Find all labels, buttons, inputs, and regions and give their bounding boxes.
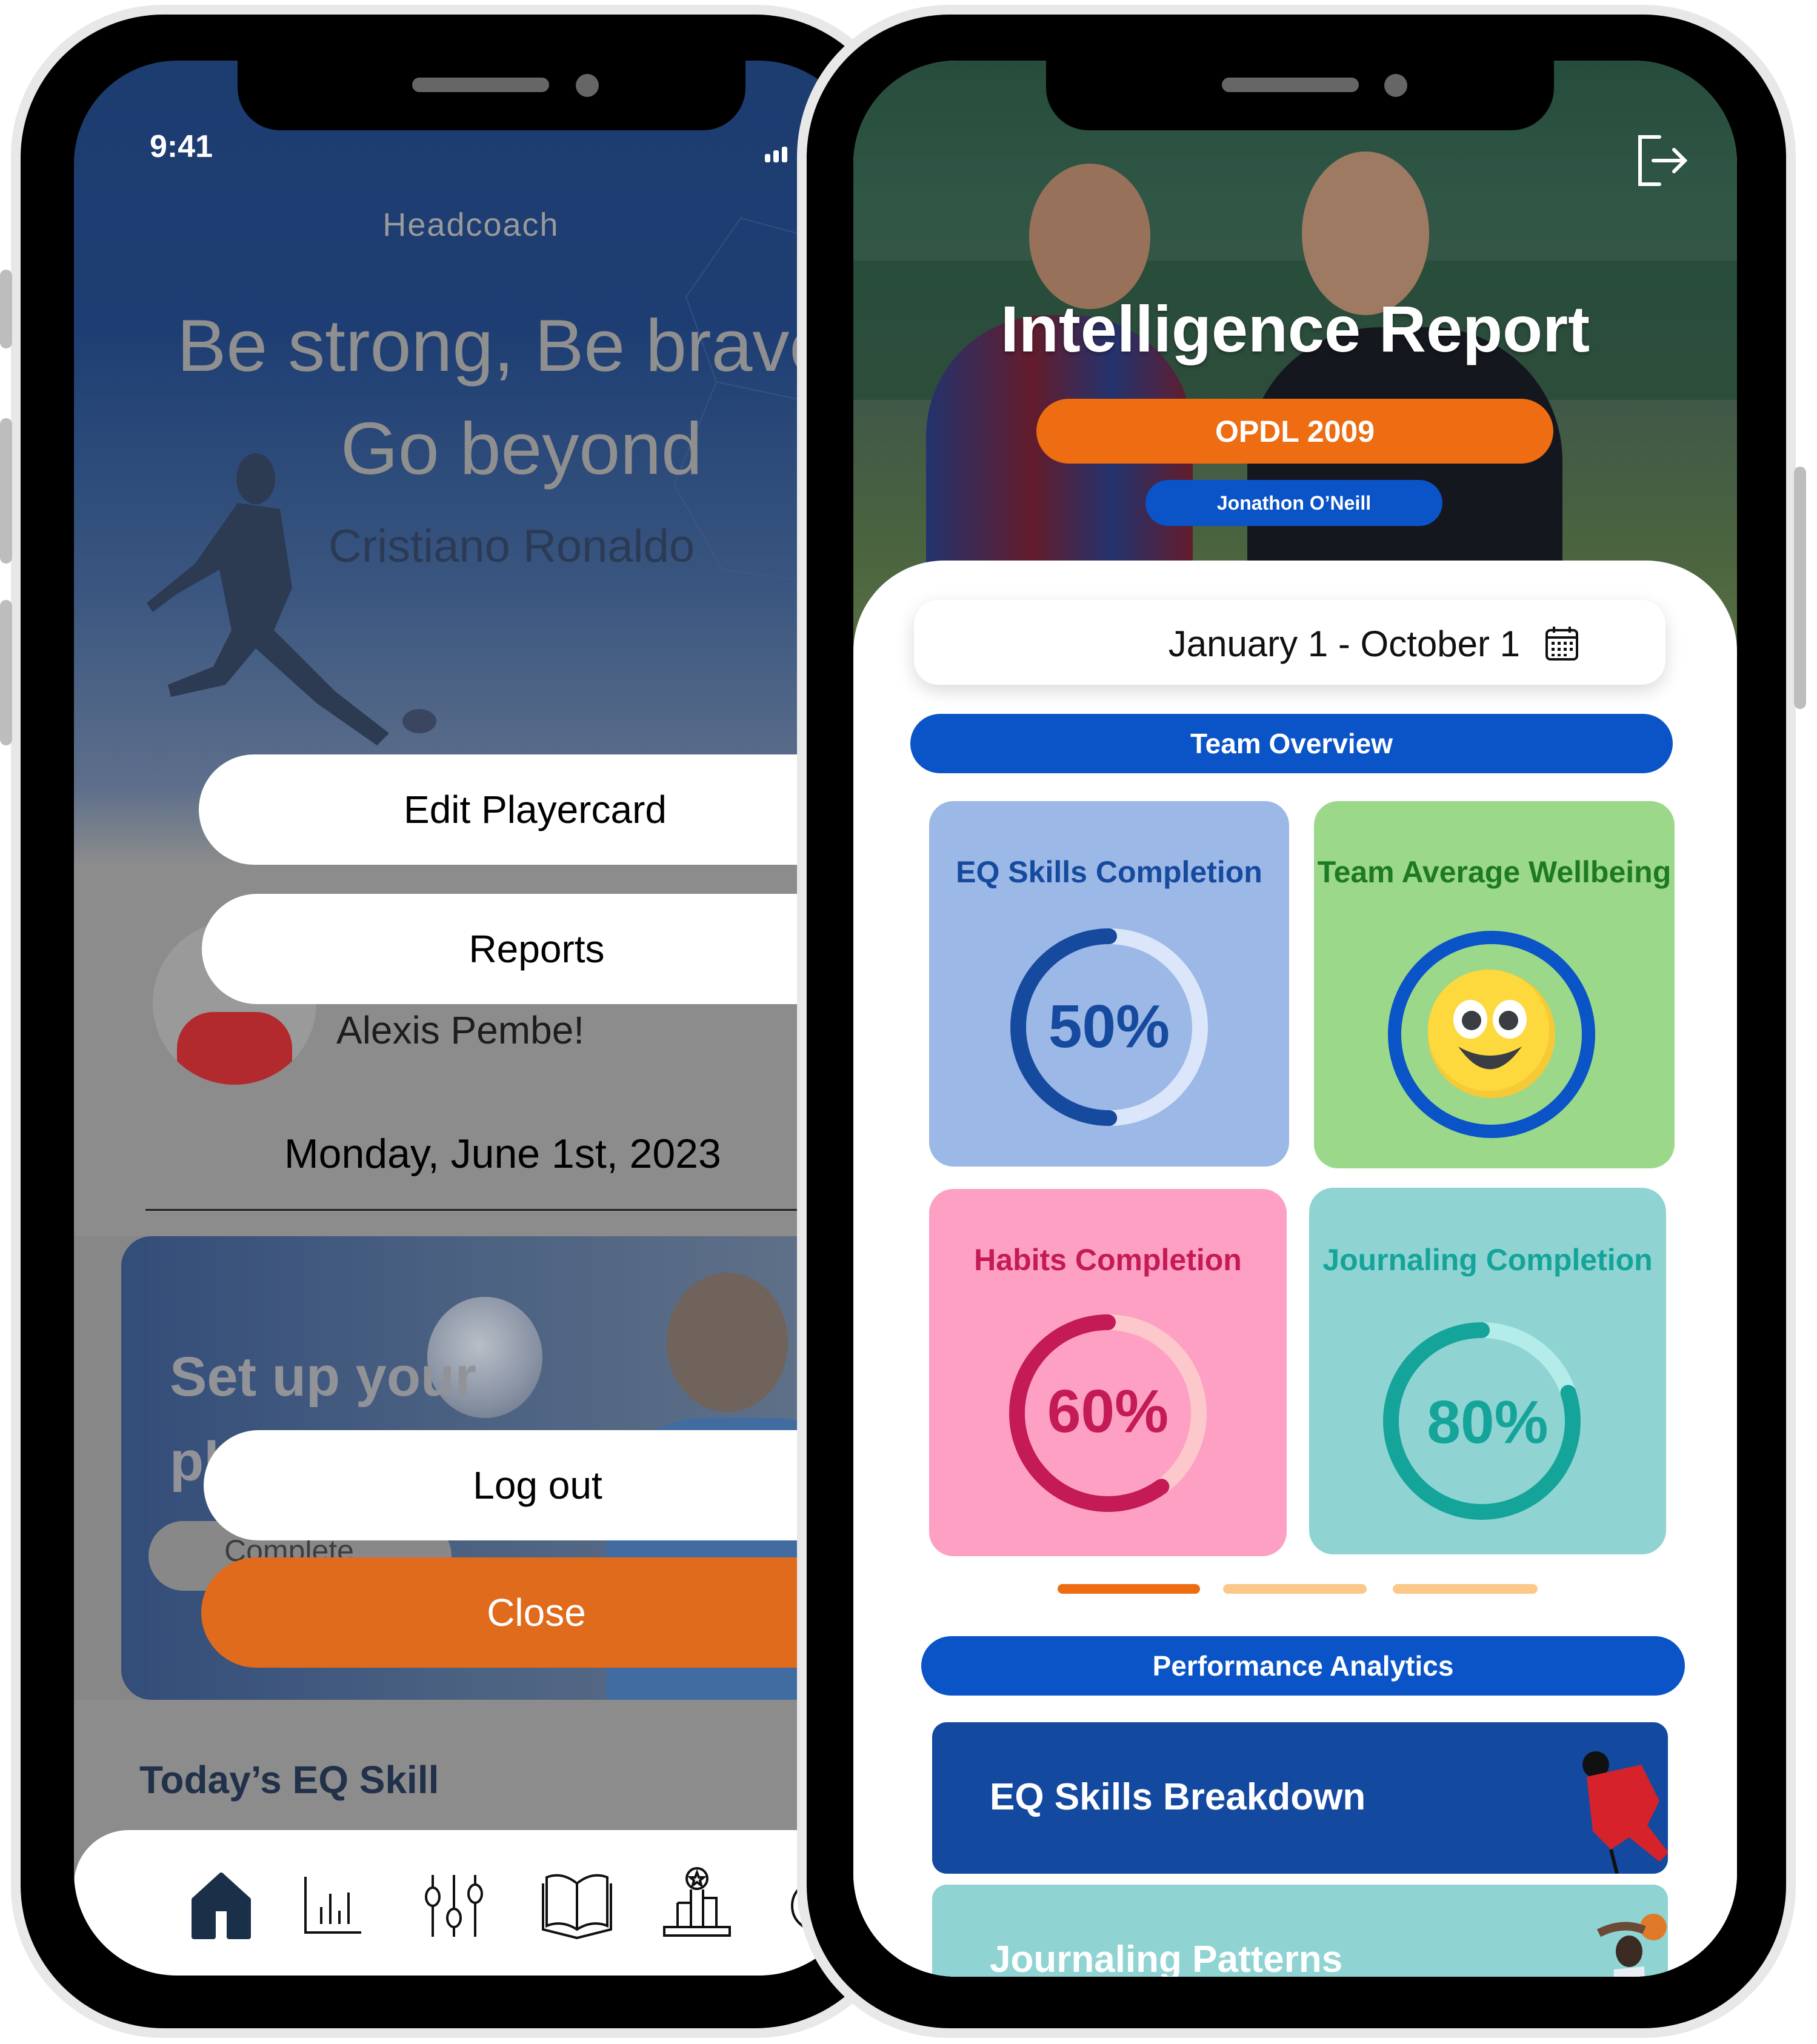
notch <box>238 61 745 130</box>
role-label: Headcoach <box>382 207 559 243</box>
report-title: Intelligence Report <box>1000 292 1590 365</box>
basketball-player-image <box>1596 1914 1667 1977</box>
calendar-icon[interactable] <box>1544 625 1579 662</box>
mute-switch <box>0 270 12 348</box>
pager-dot-3[interactable] <box>1393 1584 1538 1594</box>
front-camera <box>576 74 599 97</box>
eq-skills-breakdown-label: EQ Skills Breakdown <box>990 1776 1366 1818</box>
date-divider <box>145 1209 862 1211</box>
eq-skills-percentage: 50% <box>1048 993 1170 1060</box>
todays-eq-skill-heading: Today’s EQ Skill <box>139 1758 439 1802</box>
nav-home-icon[interactable] <box>189 1873 253 1939</box>
edit-playercard-button[interactable]: Edit Playercard <box>199 754 862 865</box>
eq-skills-breakdown-card[interactable]: EQ Skills Breakdown <box>932 1722 1668 1874</box>
reports-button[interactable]: Reports <box>202 894 862 1004</box>
team-overview-heading[interactable]: Team Overview <box>910 714 1673 773</box>
pager-dot-1[interactable] <box>1058 1584 1200 1594</box>
nav-settings-sliders-icon[interactable] <box>421 1873 487 1939</box>
team-badge[interactable]: OPDL 2009 <box>1036 399 1553 464</box>
player-name: Alexis Pembe! <box>336 1008 585 1052</box>
bottom-nav <box>74 1830 862 1976</box>
quote-line-1: Be strong, Be brave <box>177 304 831 387</box>
nav-journal-book-icon[interactable] <box>541 1871 613 1939</box>
team-wellbeing-card[interactable]: Team Average Wellbeing <box>1314 801 1675 1168</box>
card-title: Team Average Wellbeing <box>1317 855 1672 889</box>
avatar-jersey <box>177 1012 292 1085</box>
volume-down-button <box>0 600 12 745</box>
pager-dot-2[interactable] <box>1223 1584 1367 1594</box>
speaker <box>1222 78 1359 92</box>
habits-completion-card[interactable]: Habits Completion 60% <box>929 1189 1287 1556</box>
coach-name-badge[interactable]: Jonathon O’Neill <box>1145 480 1442 526</box>
close-button[interactable]: Close <box>201 1557 862 1668</box>
eq-skills-completion-card[interactable]: EQ Skills Completion 50% <box>929 801 1289 1167</box>
date-range-picker[interactable]: January 1 - October 1 <box>914 600 1665 685</box>
logout-icon[interactable] <box>1635 133 1690 188</box>
card-title: Habits Completion <box>974 1243 1242 1277</box>
smiling-face-icon <box>1388 931 1595 1138</box>
setup-card-title: Set up your <box>170 1346 477 1408</box>
date-range-value: January 1 - October 1 <box>1168 624 1520 664</box>
status-time: 9:41 <box>150 129 213 164</box>
player-photo <box>667 1273 788 1412</box>
front-camera <box>1384 74 1407 97</box>
signal-icon <box>765 147 787 162</box>
journaling-patterns-card[interactable]: Journaling Patterns <box>932 1885 1668 1977</box>
left-phone-screen: 9:41 Headcoach Be strong, Be brave Go be… <box>74 61 862 1976</box>
hockey-player-image <box>1582 1751 1668 1874</box>
speaker <box>412 78 549 92</box>
nav-stats-icon[interactable] <box>303 1876 364 1936</box>
nav-achievements-podium-icon[interactable] <box>661 1866 733 1939</box>
current-date: Monday, June 1st, 2023 <box>284 1131 721 1177</box>
habits-percentage: 60% <box>1047 1377 1169 1445</box>
card-title: Journaling Completion <box>1322 1243 1653 1277</box>
right-phone-screen: Intelligence Report OPDL 2009 Jonathon O… <box>853 61 1737 1977</box>
power-button <box>1794 467 1806 709</box>
player-silhouette <box>147 453 436 745</box>
log-out-button[interactable]: Log out <box>204 1430 862 1540</box>
card-title: EQ Skills Completion <box>956 855 1262 889</box>
volume-up-button <box>0 418 12 564</box>
performance-analytics-heading[interactable]: Performance Analytics <box>921 1636 1685 1696</box>
journaling-completion-card[interactable]: Journaling Completion 80% <box>1309 1188 1666 1554</box>
notch <box>1046 61 1554 130</box>
journaling-patterns-label: Journaling Patterns <box>990 1939 1343 1977</box>
journaling-percentage: 80% <box>1427 1388 1549 1456</box>
